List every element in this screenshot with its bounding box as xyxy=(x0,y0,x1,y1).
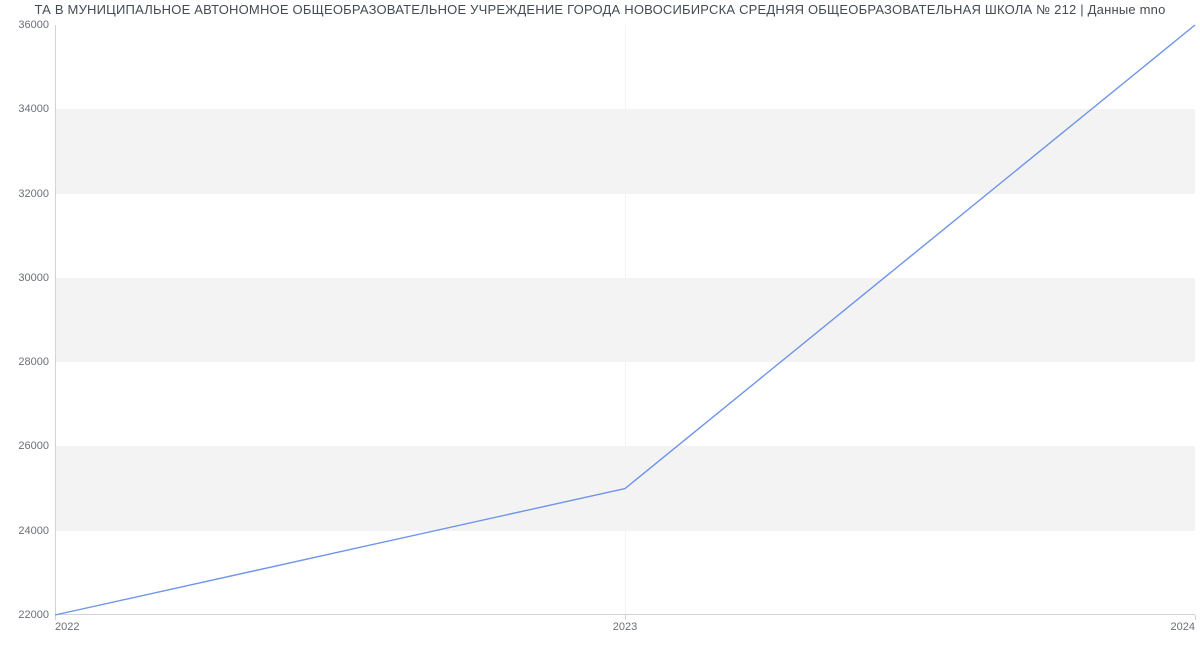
x-tick-label: 2022 xyxy=(55,621,79,633)
y-tick-label: 28000 xyxy=(18,356,49,368)
x-tick-mark xyxy=(1195,615,1196,620)
x-tick-mark xyxy=(625,615,626,620)
y-tick-label: 24000 xyxy=(18,525,49,537)
y-tick-label: 30000 xyxy=(18,272,49,284)
x-tick-mark xyxy=(55,615,56,620)
line-series xyxy=(55,25,1195,615)
x-tick-label: 2024 xyxy=(1171,621,1195,633)
chart-title: ТА В МУНИЦИПАЛЬНОЕ АВТОНОМНОЕ ОБЩЕОБРАЗО… xyxy=(0,2,1200,17)
y-tick-label: 34000 xyxy=(18,103,49,115)
chart-plot-area: 2200024000260002800030000320003400036000… xyxy=(55,25,1195,615)
y-tick-label: 32000 xyxy=(18,188,49,200)
y-tick-label: 22000 xyxy=(18,609,49,621)
x-tick-label: 2023 xyxy=(613,621,637,633)
y-tick-label: 36000 xyxy=(18,19,49,31)
y-tick-label: 26000 xyxy=(18,440,49,452)
